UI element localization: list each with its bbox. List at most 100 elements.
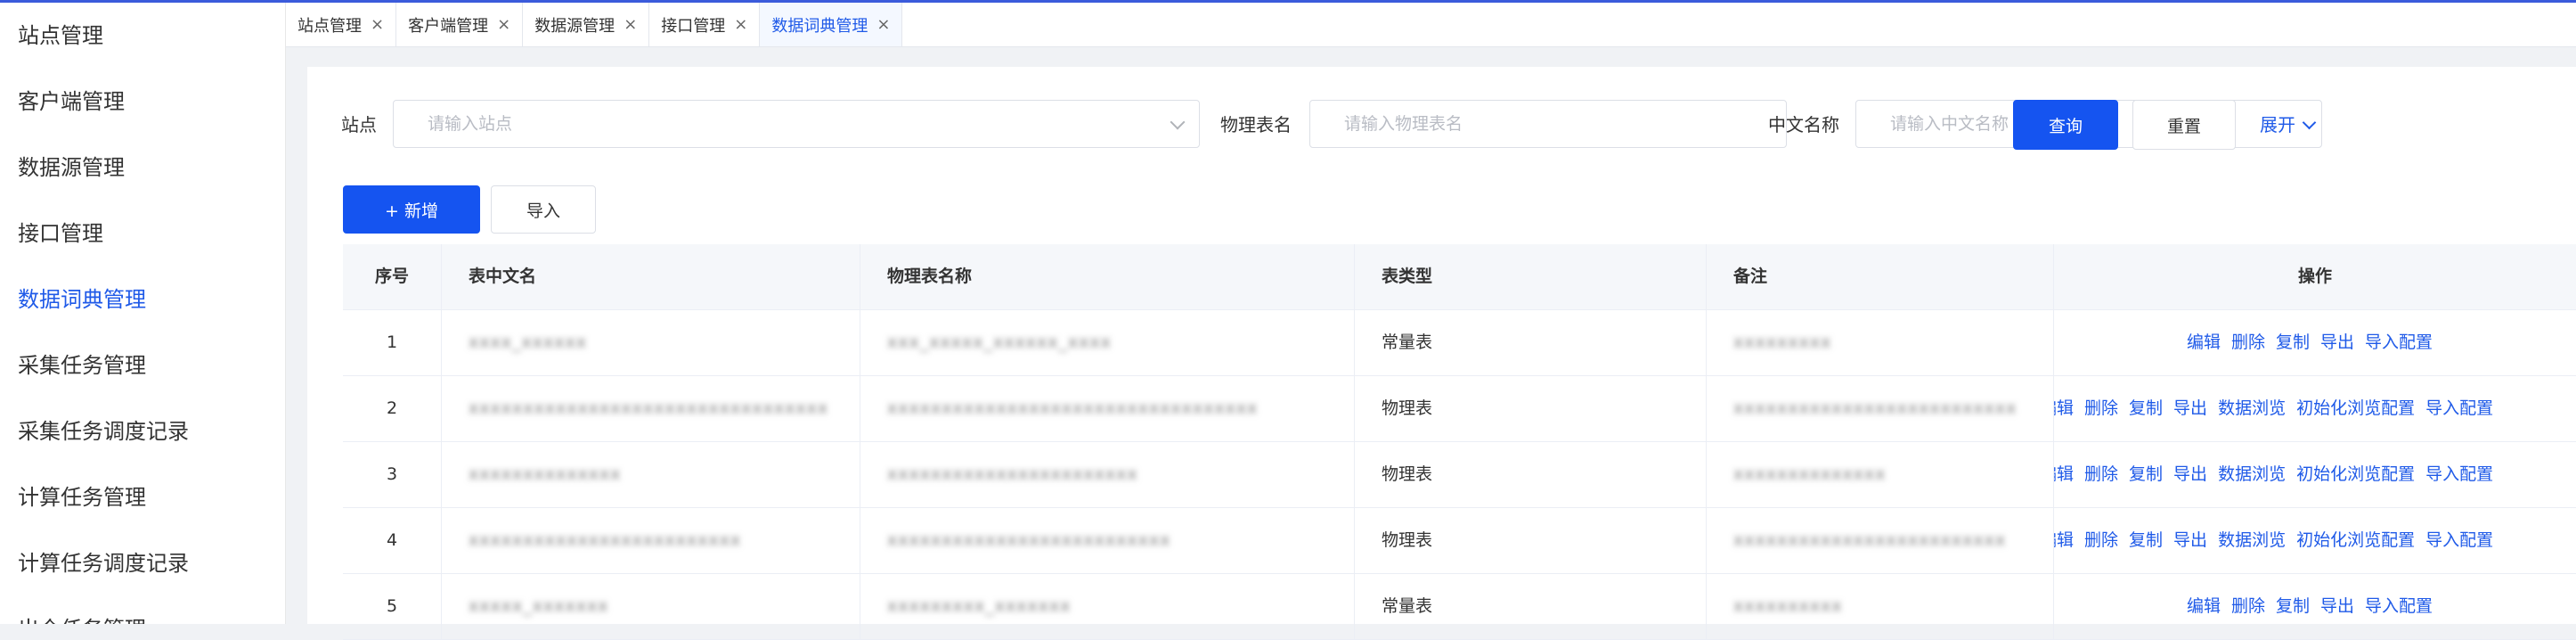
sidebar-item-3[interactable]: 接口管理: [0, 201, 285, 267]
reset-button[interactable]: 重置: [2132, 100, 2236, 150]
action-link[interactable]: 删除: [2231, 310, 2265, 375]
action-link[interactable]: 初始化浏览配置: [2296, 376, 2415, 441]
remark-value: xxxxxxxxxxxxxxxxxxxxxxxxxx: [1733, 398, 2018, 418]
dictionary-table: 序号 表中文名 物理表名称 表类型 备注 操作 1 xxxx_xxxxxx xxx_xxxxx_…: [343, 244, 2576, 640]
sidebar-item-6[interactable]: 采集任务调度记录: [0, 398, 285, 464]
close-icon[interactable]: ×: [734, 15, 747, 34]
table-type-cell: 物理表: [1354, 442, 1706, 507]
table-type-cell: 物理表: [1354, 508, 1706, 573]
tab-label: 接口管理: [661, 16, 726, 36]
table-row: 5 xxxxx_xxxxxxx xxxxxxxxx_xxxxxxx 常量表 xxxxxx…: [343, 574, 2576, 640]
remark-cell: xxxxxxxxx: [1706, 310, 2053, 375]
remark-value: xxxxxxxxxx: [1733, 596, 1843, 616]
action-link[interactable]: 导入配置: [2365, 310, 2433, 375]
action-link[interactable]: 导出: [2320, 574, 2354, 639]
action-link[interactable]: 导入配置: [2425, 442, 2493, 507]
chevron-down-icon: [2302, 115, 2317, 130]
query-button[interactable]: 查询: [2013, 100, 2118, 150]
import-button[interactable]: 导入: [491, 185, 596, 234]
action-link[interactable]: 初始化浏览配置: [2296, 442, 2415, 507]
physical-name-cell: xxxxxxxxx_xxxxxxx: [860, 574, 1354, 639]
physical-table-label: 物理表名: [1220, 114, 1292, 135]
action-link[interactable]: 数据浏览: [2218, 442, 2286, 507]
column-header: 表类型: [1354, 244, 1706, 309]
operations-links: 编辑 删除 复制 导出 导入配置: [2054, 574, 2576, 639]
cn-name-value: xxxx_xxxxxx: [469, 332, 587, 352]
remark-cell: xxxxxxxxxx: [1706, 574, 2053, 639]
action-link[interactable]: 导出: [2173, 442, 2207, 507]
physical-name-value: xxxxxxxxxxxxxxxxxxxxxxxxxxxxxxxxxx: [887, 398, 1259, 418]
close-icon[interactable]: ×: [497, 15, 510, 34]
action-link[interactable]: 复制: [2129, 376, 2163, 441]
table-type-cell: 常量表: [1354, 310, 1706, 375]
action-link[interactable]: 删除: [2084, 376, 2118, 441]
close-icon[interactable]: ×: [876, 15, 890, 34]
cn-name-value: xxxxx_xxxxxxx: [469, 596, 609, 616]
table-header-row: 序号 表中文名 物理表名称 表类型 备注 操作: [343, 244, 2576, 310]
table-row: 3 xxxxxxxxxxxxxx xxxxxxxxxxxxxxxxxxxxxxx 物理…: [343, 442, 2576, 508]
physical-name-cell: xxx_xxxxx_xxxxxx_xxxx: [860, 310, 1354, 375]
action-link[interactable]: 编辑: [2187, 574, 2221, 639]
tab-2[interactable]: 数据源管理 ×: [523, 3, 650, 46]
action-link[interactable]: 初始化浏览配置: [2296, 508, 2415, 573]
action-link[interactable]: 导入配置: [2425, 376, 2493, 441]
expand-toggle[interactable]: 展开: [2260, 100, 2317, 150]
action-link[interactable]: 数据浏览: [2218, 376, 2286, 441]
action-link[interactable]: 编辑: [2054, 508, 2074, 573]
tab-3[interactable]: 接口管理 ×: [649, 3, 761, 46]
close-icon[interactable]: ×: [624, 15, 637, 34]
column-header: 序号: [374, 267, 409, 286]
remark-cell: xxxxxxxxxxxxxx: [1706, 442, 2053, 507]
table-row: 2 xxxxxxxxxxxxxxxxxxxxxxxxxxxxxxxxx xxxxxx…: [343, 376, 2576, 442]
physical-table-field[interactable]: [1309, 100, 1787, 148]
sidebar-item-5[interactable]: 采集任务管理: [0, 332, 285, 398]
close-icon[interactable]: ×: [371, 15, 384, 34]
column-header: 物理表名称: [860, 244, 1354, 309]
site-select[interactable]: [393, 100, 1200, 148]
row-number: 2: [386, 398, 398, 418]
remark-cell: xxxxxxxxxxxxxxxxxxxxxxxxx: [1706, 508, 2053, 573]
tab-label: 客户端管理: [408, 16, 489, 36]
action-link[interactable]: 导出: [2173, 376, 2207, 441]
cn-name-value: xxxxxxxxxxxxxx: [469, 464, 622, 484]
action-link[interactable]: 编辑: [2187, 310, 2221, 375]
add-button[interactable]: + 新增: [343, 185, 480, 234]
action-link[interactable]: 导入配置: [2425, 508, 2493, 573]
action-link[interactable]: 导入配置: [2365, 574, 2433, 639]
action-link[interactable]: 复制: [2276, 310, 2310, 375]
physical-name-value: xxx_xxxxx_xxxxxx_xxxx: [887, 332, 1112, 352]
action-link[interactable]: 编辑: [2054, 442, 2074, 507]
table-type-cell: 物理表: [1354, 376, 1706, 441]
operations-links: 编辑删除复制导出数据浏览初始化浏览配置导入配置: [2054, 508, 2504, 573]
sidebar-item-1[interactable]: 客户端管理: [0, 69, 285, 135]
tab-bar: 站点管理 × 客户端管理 × 数据源管理 × 接口管理 × 数据词典管理 ×: [286, 3, 2576, 47]
operations-cell: 编辑 删除 复制 导出 导入配置: [2053, 310, 2576, 375]
tab-4[interactable]: 数据词典管理 ×: [760, 3, 903, 46]
action-link[interactable]: 导出: [2173, 508, 2207, 573]
action-link[interactable]: 删除: [2084, 508, 2118, 573]
site-input[interactable]: [394, 101, 1199, 147]
tab-1[interactable]: 客户端管理 ×: [396, 3, 524, 46]
action-link[interactable]: 复制: [2129, 508, 2163, 573]
operations-cell: 编辑删除复制导出数据浏览初始化浏览配置导入配置: [2053, 508, 2576, 573]
sidebar-item-9[interactable]: 出仓任务管理: [0, 596, 285, 624]
cn-name-cell: xxxxxxxxxxxxxxxxxxxxxxxxxxxxxxxxx: [441, 376, 860, 441]
sidebar-item-2[interactable]: 数据源管理: [0, 135, 285, 201]
action-link[interactable]: 复制: [2129, 442, 2163, 507]
action-link[interactable]: 编辑: [2054, 376, 2074, 441]
action-link[interactable]: 删除: [2084, 442, 2118, 507]
sidebar-item-8[interactable]: 计算任务调度记录: [0, 530, 285, 596]
sidebar-item-0[interactable]: 站点管理: [0, 3, 285, 69]
sidebar-item-4[interactable]: 数据词典管理: [0, 267, 285, 332]
sidebar-item-7[interactable]: 计算任务管理: [0, 464, 285, 530]
action-link[interactable]: 删除: [2231, 574, 2265, 639]
physical-table-input[interactable]: [1310, 101, 1786, 147]
action-link[interactable]: 复制: [2276, 574, 2310, 639]
column-header: 表中文名: [441, 244, 860, 309]
operations-links: 编辑删除复制导出数据浏览初始化浏览配置导入配置: [2054, 376, 2504, 441]
tab-0[interactable]: 站点管理 ×: [286, 3, 397, 46]
cn-name-cell: xxxxx_xxxxxxx: [441, 574, 860, 639]
action-link[interactable]: 导出: [2320, 310, 2354, 375]
action-link[interactable]: 数据浏览: [2218, 508, 2286, 573]
cn-name-value: xxxxxxxxxxxxxxxxxxxxxxxxxxxxxxxxx: [469, 398, 829, 418]
